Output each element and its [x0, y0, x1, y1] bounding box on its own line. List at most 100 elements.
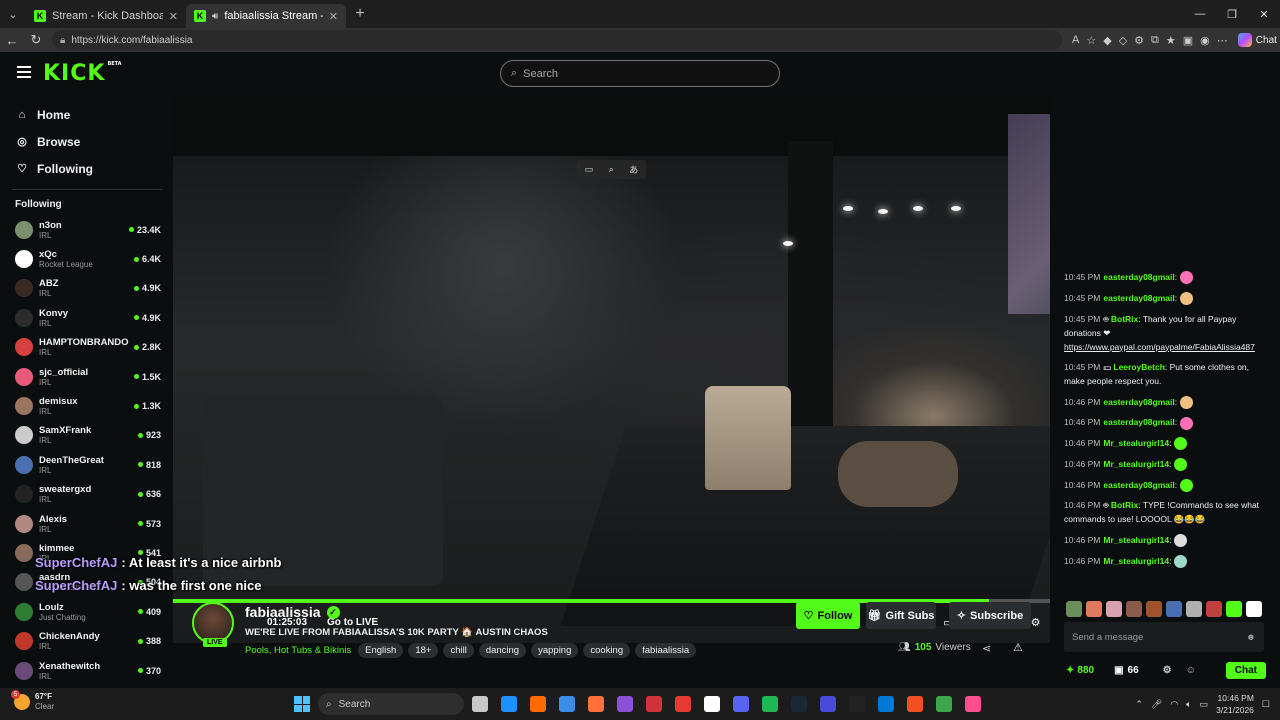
read-aloud-icon[interactable]: A: [1072, 34, 1079, 46]
taskbar-app-icon[interactable]: [530, 696, 546, 712]
sidebar-channel[interactable]: xQc Rocket League 6.4K: [0, 244, 173, 273]
chat-username[interactable]: Mr_stealurgirl14: [1103, 459, 1169, 469]
wifi-icon[interactable]: ◠: [1170, 699, 1178, 710]
tab-fabiaalissia-stream[interactable]: K 🔊︎ fabiaalissia Stream - Watch Li ✕: [186, 4, 346, 28]
minimize-icon[interactable]: —: [1184, 0, 1216, 28]
channel-points[interactable]: ✦ 880: [1066, 665, 1094, 676]
chevron-up-icon[interactable]: ⌃: [1135, 699, 1143, 710]
url-field[interactable]: 🔒︎ https://kick.com/fabiaalissia: [52, 30, 1062, 50]
follow-button[interactable]: ♡ Follow: [796, 602, 860, 629]
chat-username[interactable]: BotRix: [1111, 314, 1138, 324]
stream-tag[interactable]: fabiaalissia: [635, 643, 697, 658]
emote-icon[interactable]: [1206, 601, 1222, 617]
taskbar-app-icon[interactable]: [820, 696, 836, 712]
chat-message-list[interactable]: 10:45 PM easterday08gmail: 10:45 PM easter…: [1064, 270, 1269, 574]
speaker-icon[interactable]: 🔊︎: [212, 11, 218, 22]
sidebar-channel[interactable]: n3on IRL 23.4K: [0, 215, 173, 244]
lock-icon[interactable]: 🔒︎: [60, 35, 65, 46]
sidebar-channel[interactable]: DeenTheGreat IRL 818: [0, 450, 173, 479]
sidebar-channel[interactable]: Loulz Just Chatting 409: [0, 597, 173, 626]
streamer-name[interactable]: fabiaalissia: [245, 604, 321, 620]
translate-icon[interactable]: あ: [629, 163, 638, 176]
emote-icon[interactable]: [1166, 601, 1182, 617]
start-button[interactable]: [294, 696, 310, 712]
chat-username[interactable]: LeeroyBetch: [1113, 362, 1165, 372]
stream-tag[interactable]: dancing: [478, 643, 527, 658]
close-icon[interactable]: ✕: [329, 10, 338, 23]
taskbar-app-icon[interactable]: [675, 696, 691, 712]
stream-tag[interactable]: chill: [443, 643, 474, 658]
chat-username[interactable]: Mr_stealurgirl14: [1103, 556, 1169, 566]
sidebar-channel[interactable]: SamXFrank IRL 923: [0, 421, 173, 450]
taskbar-app-icon[interactable]: [501, 696, 517, 712]
chat-link[interactable]: https://www.paypal.com/paypalme/FabiaAli…: [1064, 342, 1255, 352]
stream-tag[interactable]: English: [358, 643, 404, 658]
taskbar-search[interactable]: ⌕ Search: [318, 693, 464, 715]
sidebar-item-following[interactable]: ♡ Following: [0, 155, 173, 182]
stream-tag[interactable]: 18+: [408, 643, 439, 658]
taskbar-app-icon[interactable]: [907, 696, 923, 712]
emote-icon[interactable]: [1186, 601, 1202, 617]
sidebar-item-home[interactable]: ⌂ Home: [0, 101, 173, 128]
emote-icon[interactable]: [1246, 601, 1262, 617]
gift-counter[interactable]: ▣ 66: [1114, 665, 1139, 676]
favorite-star-icon[interactable]: ☆: [1086, 34, 1096, 47]
emote-icon[interactable]: [1126, 601, 1142, 617]
chat-username[interactable]: easterday08gmail: [1103, 480, 1174, 490]
profile-icon[interactable]: ◉: [1200, 34, 1210, 47]
sidebar-channel[interactable]: demisux IRL 1.3K: [0, 391, 173, 420]
emote-icon[interactable]: [1066, 601, 1082, 617]
emote-icon[interactable]: [1086, 601, 1102, 617]
favorites-icon[interactable]: ★: [1166, 34, 1176, 47]
screenshot-icon[interactable]: ▭: [585, 164, 594, 175]
sidebar-channel[interactable]: sjc_official IRL 1.5K: [0, 362, 173, 391]
taskbar-app-icon[interactable]: [849, 696, 865, 712]
taskbar-app-icon[interactable]: [878, 696, 894, 712]
new-tab-button[interactable]: +: [346, 5, 374, 23]
puzzle-icon[interactable]: ⚙: [1134, 34, 1144, 47]
extension-icon[interactable]: ◇: [1119, 34, 1127, 47]
emote-icon[interactable]: [1106, 601, 1122, 617]
sidebar-channel[interactable]: Alexis IRL 573: [0, 509, 173, 538]
gift-subs-button[interactable]: 🎁︎ Gift Subs: [866, 602, 936, 629]
taskbar-app-icon[interactable]: [559, 696, 575, 712]
stream-category-link[interactable]: Pools, Hot Tubs & Bikinis: [245, 645, 351, 656]
sidebar-channel[interactable]: Xenathewitch IRL 370: [0, 656, 173, 685]
microphone-icon[interactable]: 🎤︎: [1151, 699, 1162, 710]
collections-icon[interactable]: ▣: [1183, 34, 1193, 47]
sidebar-channel[interactable]: ABZ IRL 4.9K: [0, 274, 173, 303]
taskbar-app-icon[interactable]: [588, 696, 604, 712]
stream-tag[interactable]: yapping: [531, 643, 579, 658]
split-screen-icon[interactable]: ⧉: [1151, 34, 1159, 47]
sidebar-channel[interactable]: Konvy IRL 4.9K: [0, 303, 173, 332]
chat-username[interactable]: easterday08gmail: [1103, 417, 1174, 427]
send-chat-button[interactable]: Chat: [1225, 661, 1266, 679]
report-icon[interactable]: ⚠: [1013, 641, 1023, 654]
tab-actions-menu[interactable]: ⌄: [0, 0, 26, 28]
taskbar-app-icon[interactable]: [472, 696, 488, 712]
copilot-button[interactable]: Chat: [1237, 33, 1277, 47]
taskbar-app-icon[interactable]: [646, 696, 662, 712]
taskbar-app-icon[interactable]: [733, 696, 749, 712]
taskbar-app-icon[interactable]: [704, 696, 720, 712]
chat-username[interactable]: Mr_stealurgirl14: [1103, 438, 1169, 448]
stream-tag[interactable]: cooking: [583, 643, 631, 658]
sidebar-channel[interactable]: sweatergxd IRL 636: [0, 480, 173, 509]
close-window-icon[interactable]: ✕: [1248, 0, 1280, 28]
chat-username[interactable]: easterday08gmail: [1103, 293, 1174, 303]
sidebar-channel[interactable]: ChickenAndy IRL 388: [0, 626, 173, 655]
sidebar-channel[interactable]: HAMPTONBRANDO IRL 2.8K: [0, 333, 173, 362]
battery-icon[interactable]: ▭: [1200, 699, 1209, 710]
refresh-icon[interactable]: ↻: [24, 32, 48, 48]
more-icon[interactable]: ⋯: [1217, 34, 1228, 47]
extension-icon[interactable]: ◆: [1103, 34, 1111, 47]
search-input[interactable]: ⌕ Search: [500, 60, 780, 87]
menu-icon[interactable]: [17, 66, 31, 78]
chat-message-input[interactable]: Send a message ☻: [1064, 622, 1264, 652]
chat-username[interactable]: easterday08gmail: [1103, 397, 1174, 407]
chat-username[interactable]: BotRix: [1111, 500, 1138, 510]
restore-icon[interactable]: ❐: [1216, 0, 1248, 28]
notifications-icon[interactable]: ☐: [1262, 699, 1270, 710]
sidebar-item-browse[interactable]: ◎ Browse: [0, 128, 173, 155]
subscribe-button[interactable]: ✧ Subscribe: [949, 602, 1031, 629]
